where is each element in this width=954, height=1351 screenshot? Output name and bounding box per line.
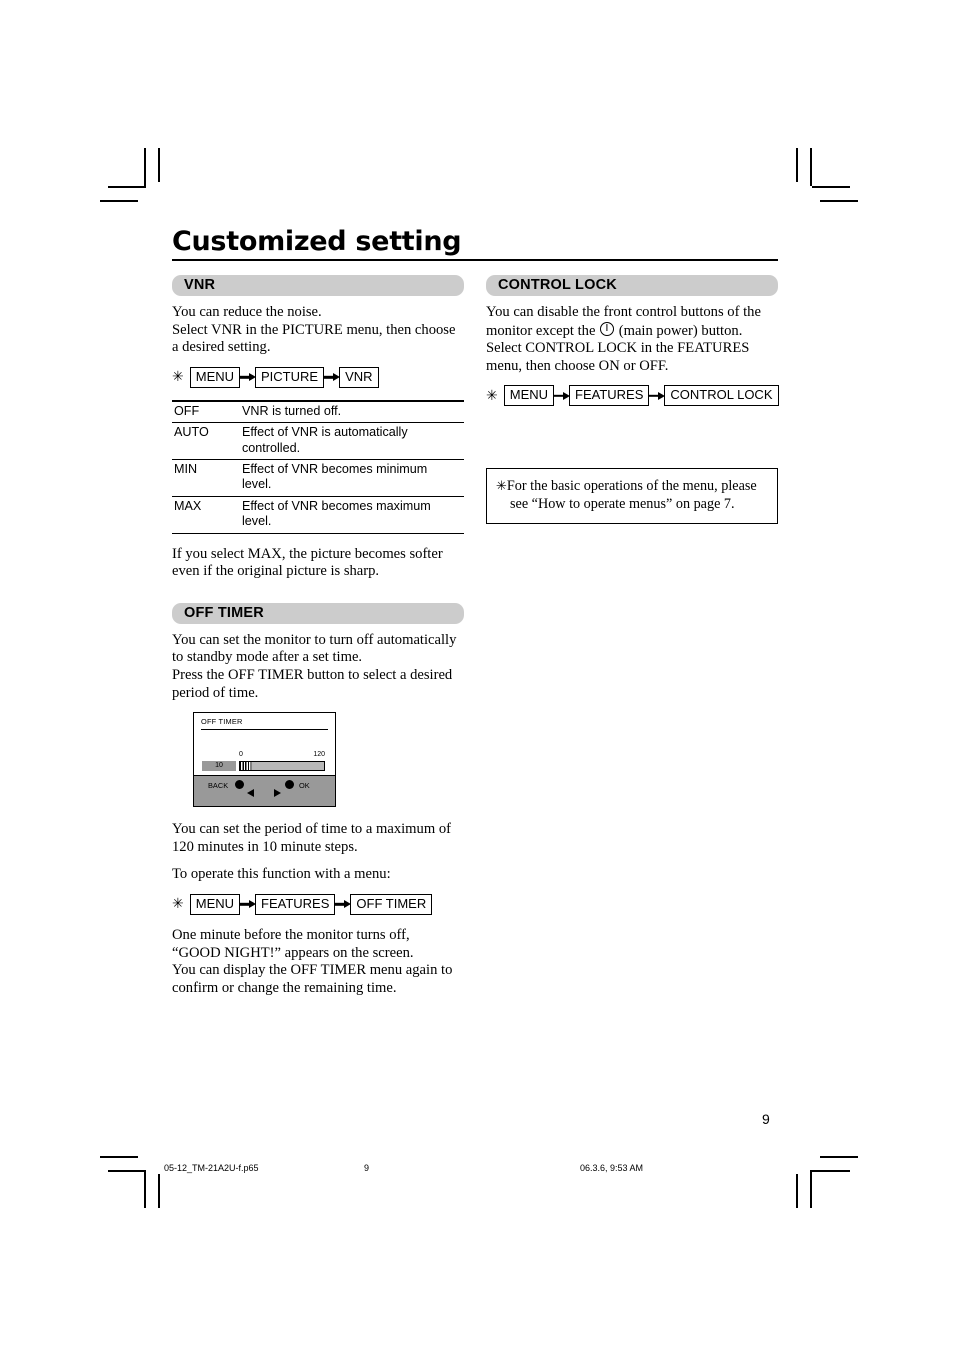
menu-path-step-control-lock: CONTROL LOCK [664, 385, 779, 407]
osd-back-label: BACK [208, 781, 229, 791]
off-timer-p4-line-2: “GOOD NIGHT!” appears on the screen. [172, 944, 414, 961]
arrow-right-icon [553, 390, 570, 402]
left-column: VNR You can reduce the noise. Select VNR… [172, 275, 464, 1007]
note-box: ✳For the basic operations of the menu, p… [486, 468, 778, 525]
footer-timestamp: 06.3.6, 9:53 AM [580, 1163, 644, 1173]
off-timer-p1-line-1: You can set the monitor to turn off auto… [172, 631, 457, 648]
footer-filename: 05-12_TM-21A2U-f.p65 [164, 1163, 259, 1173]
table-cell-desc: VNR is turned off. [242, 399, 464, 424]
osd-slider-fill [240, 762, 252, 771]
vnr-settings-table: OFF VNR is turned off. AUTO Effect of VN… [172, 399, 464, 534]
asterisk-icon: ✳ [486, 387, 498, 404]
vnr-outro-line-2: even if the original picture is sharp. [172, 563, 380, 580]
table-row: AUTO Effect of VNR is automatically cont… [172, 422, 464, 460]
circle-button-icon [235, 780, 244, 790]
note-line-2: see “How to operate menus” on page 7. [510, 495, 735, 512]
osd-title: OFF TIMER [201, 717, 243, 727]
menu-path-step-vnr: VNR [339, 366, 379, 388]
asterisk-icon: ✳ [172, 369, 184, 386]
vnr-intro-line-1: You can reduce the noise. [172, 304, 322, 320]
circle-button-icon [285, 780, 294, 790]
footer-page-number: 9 [364, 1163, 370, 1173]
off-timer-paragraph-3: To operate this function with a menu: [172, 866, 391, 883]
control-lock-line-1: You can disable the front control button… [486, 304, 761, 320]
menu-path-step-menu: MENU [503, 385, 555, 407]
control-lock-line-2a: monitor except the [486, 322, 600, 339]
off-timer-p2-line-1: You can set the period of time to a maxi… [172, 821, 451, 838]
off-timer-paragraph-1: You can set the monitor to turn off auto… [172, 632, 464, 702]
osd-ok-label: OK [299, 781, 310, 791]
table-cell-term: MAX [172, 496, 242, 534]
control-lock-line-3: Select CONTROL LOCK in the FEATURES [486, 340, 750, 357]
power-icon [600, 321, 615, 336]
off-timer-osd-screenshot: OFF TIMER 0 120 10 BACK OK [193, 712, 336, 808]
control-lock-menu-path: ✳ MENU FEATURES CONTROL LOCK [486, 385, 779, 407]
section-header-control-lock: CONTROL LOCK [486, 275, 778, 296]
table-cell-desc: Effect of VNR is automatically controlle… [242, 422, 464, 460]
menu-path-step-picture: PICTURE [255, 366, 325, 388]
off-timer-p1-line-2: to standby mode after a set time. [172, 649, 363, 666]
osd-slider[interactable] [239, 761, 325, 772]
menu-path-step-features: FEATURES [255, 893, 336, 915]
off-timer-p4-line-4: confirm or change the remaining time. [172, 979, 397, 996]
right-column: CONTROL LOCK You can disable the front c… [486, 275, 779, 1007]
osd-footer-bar: BACK OK [194, 775, 335, 807]
arrow-right-icon [323, 371, 340, 383]
control-lock-line-4: menu, then choose ON or OFF. [486, 357, 669, 374]
asterisk-icon: ✳ [172, 896, 184, 913]
osd-body: 0 120 10 [194, 730, 335, 775]
table-row: OFF VNR is turned off. [172, 399, 464, 424]
osd-scale-min: 0 [239, 751, 243, 759]
arrow-right-icon [334, 898, 351, 910]
table-cell-desc: Effect of VNR becomes maximum level. [242, 496, 464, 534]
title-divider [172, 259, 778, 261]
table-cell-desc: Effect of VNR becomes minimum level. [242, 459, 464, 497]
off-timer-p4-line-1: One minute before the monitor turns off, [172, 926, 410, 943]
menu-path-step-menu: MENU [189, 366, 241, 388]
off-timer-paragraph-2: You can set the period of time to a maxi… [172, 821, 464, 856]
page-content: Customized setting VNR You can reduce th… [172, 226, 779, 1007]
off-timer-p1-line-3: Press the OFF TIMER button to select a d… [172, 667, 453, 683]
triangle-right-icon [274, 789, 281, 798]
off-timer-paragraph-4: One minute before the monitor turns off,… [172, 927, 464, 997]
menu-path-step-off-timer: OFF TIMER [350, 893, 433, 915]
osd-value-display: 10 [202, 761, 236, 772]
arrow-right-icon [239, 371, 256, 383]
menu-path-step-menu: MENU [189, 893, 241, 915]
vnr-intro-line-2: Select VNR in the PICTURE menu, then cho… [172, 321, 456, 338]
menu-path-step-features: FEATURES [569, 385, 650, 407]
off-timer-menu-path: ✳ MENU FEATURES OFF TIMER [172, 893, 464, 915]
table-row: MAX Effect of VNR becomes maximum level. [172, 496, 464, 534]
table-cell-term: MIN [172, 459, 242, 497]
off-timer-p2-line-2: 120 minutes in 10 minute steps. [172, 838, 358, 855]
asterisk-icon: ✳ [496, 479, 507, 495]
section-header-vnr: VNR [172, 275, 464, 296]
triangle-left-icon [247, 789, 254, 798]
vnr-menu-path: ✳ MENU PICTURE VNR [172, 366, 464, 388]
note-line-1: For the basic operations of the menu, pl… [506, 478, 757, 495]
vnr-outro-line-1: If you select MAX, the picture becomes s… [172, 545, 443, 562]
vnr-outro-paragraph: If you select MAX, the picture becomes s… [172, 546, 464, 581]
osd-scale-max: 120 [313, 751, 325, 759]
control-lock-paragraph: You can disable the front control button… [486, 304, 778, 375]
arrow-right-icon [239, 898, 256, 910]
control-lock-line-2b: (main power) button. [615, 322, 743, 339]
section-header-off-timer: OFF TIMER [172, 602, 464, 624]
arrow-right-icon [648, 390, 665, 402]
table-cell-term: AUTO [172, 422, 242, 460]
page-title: Customized setting [172, 226, 462, 257]
off-timer-p4-line-3: You can display the OFF TIMER menu again… [172, 962, 453, 979]
table-row: MIN Effect of VNR becomes minimum level. [172, 459, 464, 497]
vnr-intro-line-3: a desired setting. [172, 339, 271, 356]
table-cell-term: OFF [172, 399, 242, 424]
off-timer-p1-line-4: period of time. [172, 684, 259, 701]
two-column-layout: VNR You can reduce the noise. Select VNR… [172, 275, 779, 1007]
vnr-intro-paragraph: You can reduce the noise. Select VNR in … [172, 304, 464, 357]
page-number: 9 [762, 1111, 770, 1127]
